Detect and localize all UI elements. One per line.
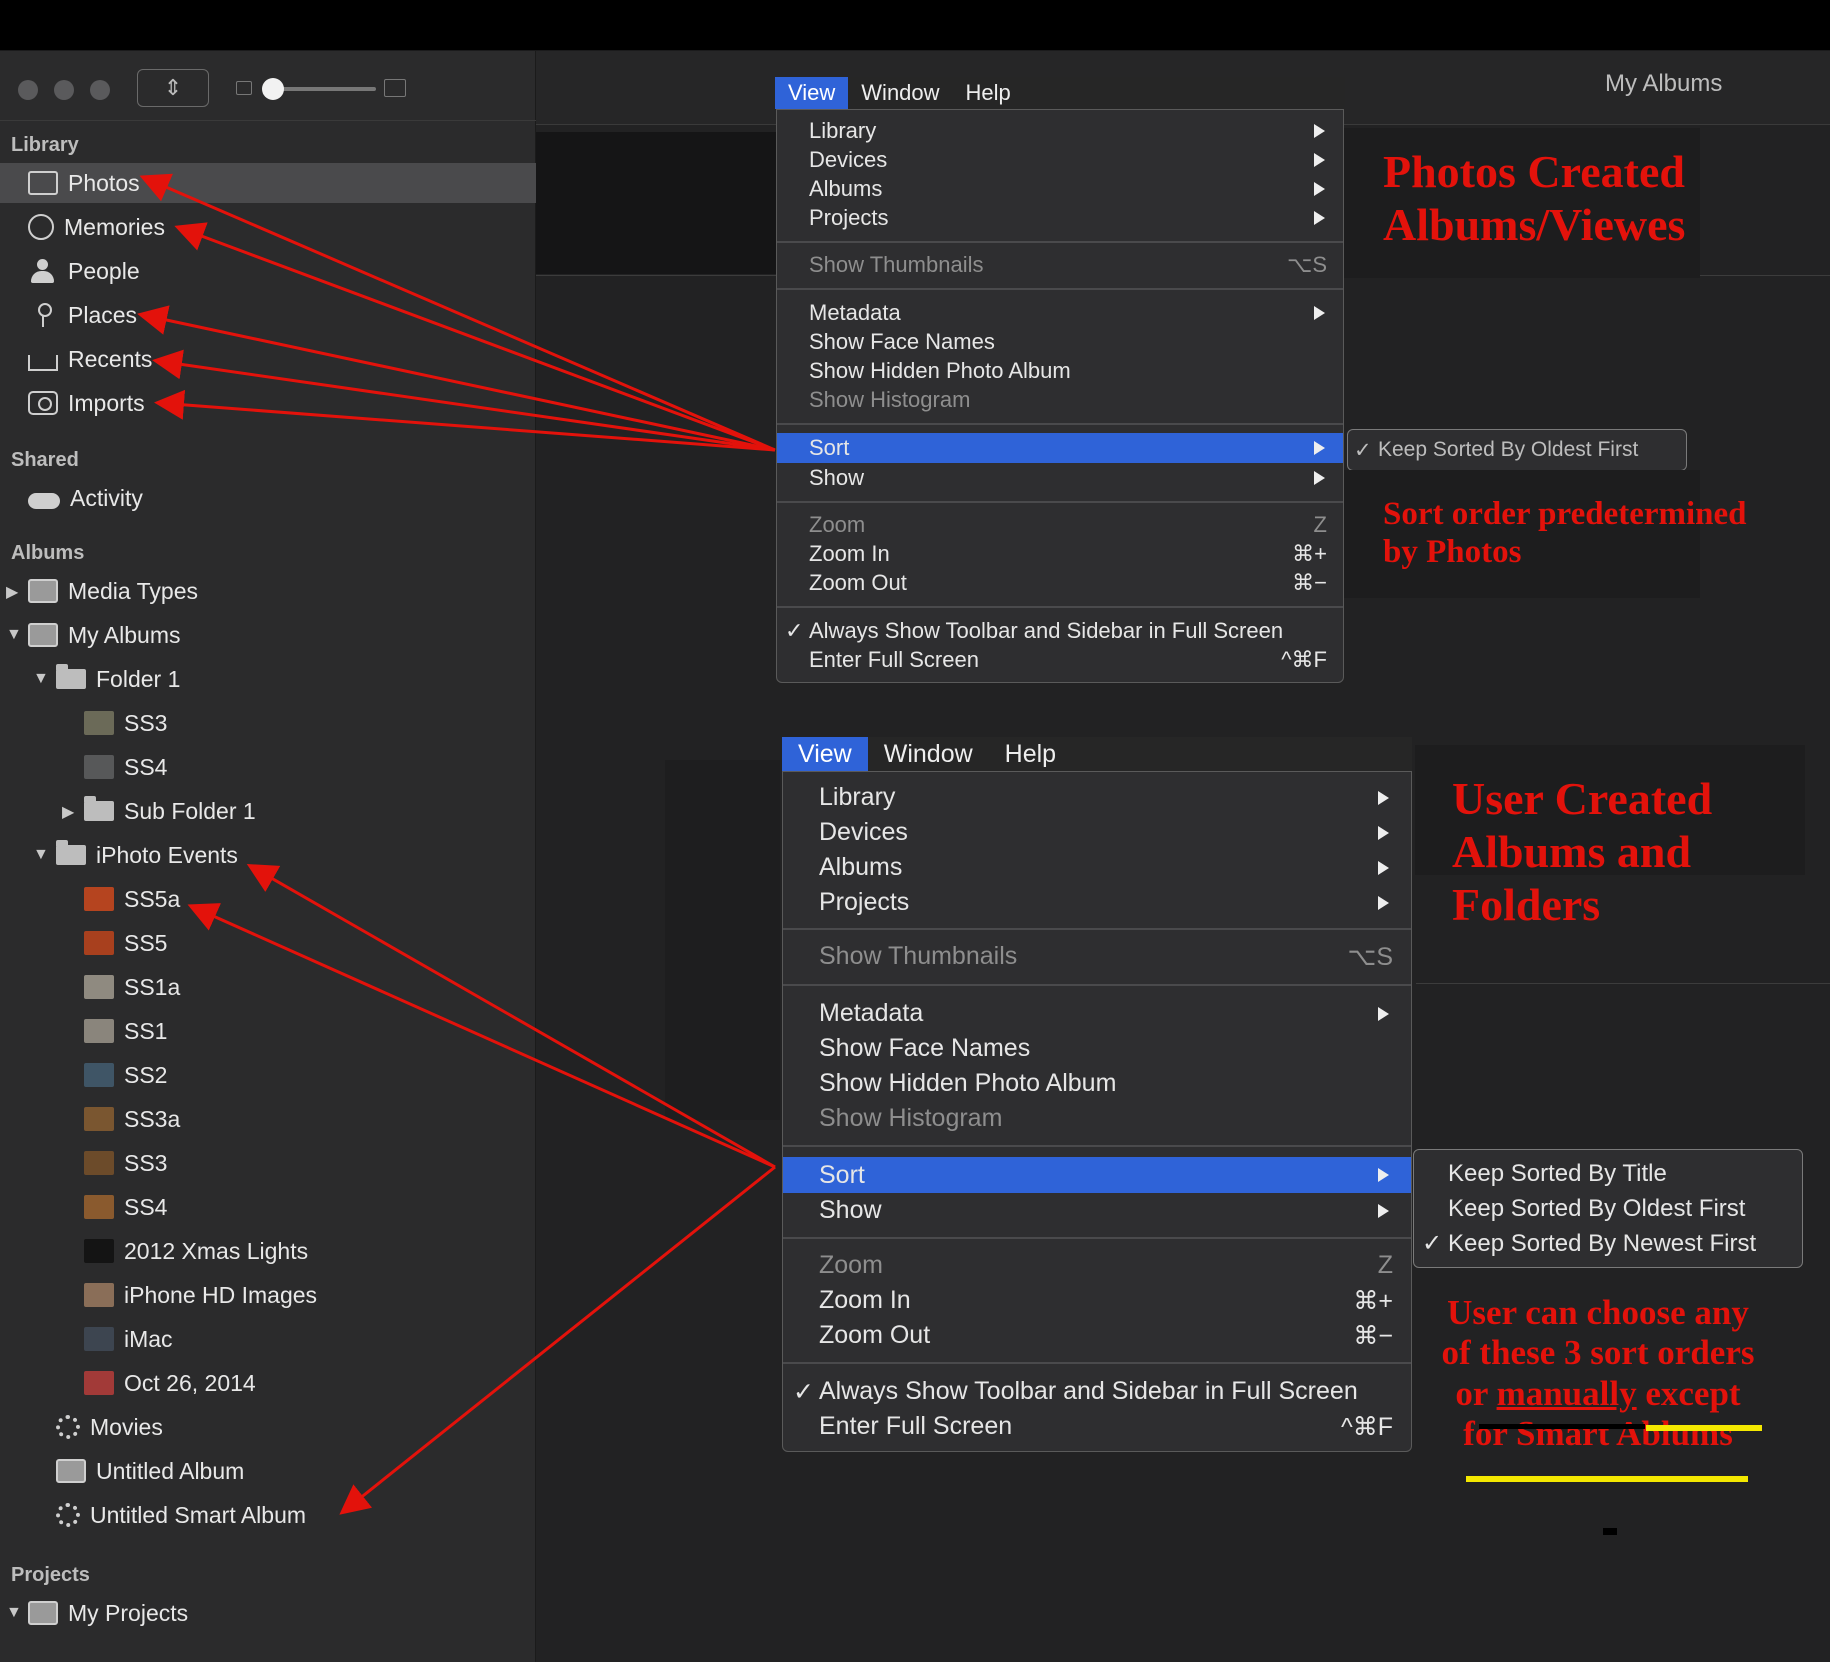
arrow-to-memories: [174, 222, 776, 452]
arrow-to-untitled-smart-album: [339, 1165, 776, 1515]
annotation-arrows: [137, 173, 776, 1515]
arrow-to-ss5a: [187, 903, 776, 1169]
arrow-to-iphoto-events: [246, 864, 776, 1169]
arrow-to-places: [137, 305, 776, 452]
arrow-to-recents: [152, 349, 776, 452]
